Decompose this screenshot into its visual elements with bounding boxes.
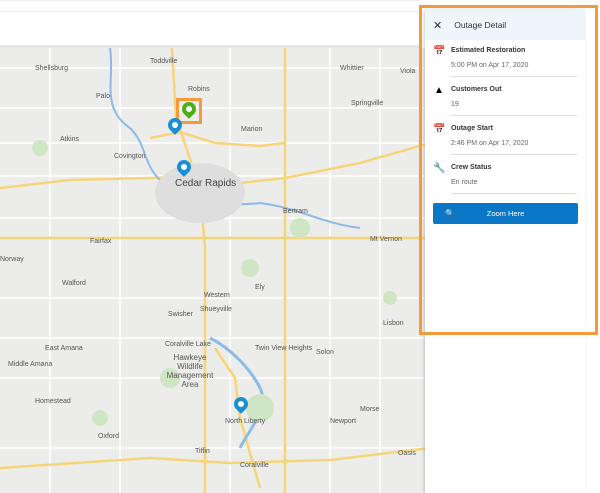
map-label: Fairfax: [90, 238, 112, 245]
map-label: Twin View Heights: [255, 345, 313, 352]
map-label: Covington: [114, 153, 146, 160]
panel-highlight: [419, 5, 598, 335]
map-label: Lisbon: [383, 320, 404, 327]
map-label: Whittier: [340, 65, 364, 72]
map-label: Oasis: [398, 450, 416, 457]
map-label: Shellsburg: [35, 65, 69, 72]
map-label: Marion: [241, 126, 263, 133]
map-label: Middle Amana: [8, 361, 53, 368]
map-label: Springville: [351, 100, 384, 107]
map-label: Atkins: [60, 136, 80, 143]
map-label: Palo: [96, 93, 111, 100]
map-label: Oxford: [98, 433, 120, 440]
map-label: Toddville: [150, 58, 178, 65]
map-label: Tiffin: [195, 448, 210, 455]
map-label: Norway: [0, 256, 24, 263]
map-label: Swisher: [168, 311, 193, 318]
map-label: Homestead: [35, 398, 71, 405]
map-label: Shueyville: [200, 306, 232, 313]
map-label: Coralville Lake: [165, 341, 211, 348]
map-label: Robins: [188, 86, 210, 93]
map-label: Viola: [400, 68, 416, 75]
map-label: Morse: [360, 406, 380, 413]
map[interactable]: Shellsburg Toddville Robins Whittier Vio…: [0, 48, 430, 493]
map-label: Walford: [62, 280, 86, 287]
map-label: Western: [204, 292, 230, 299]
map-label: Bertram: [283, 208, 308, 215]
map-label: Newport: [330, 418, 357, 425]
map-label: Cedar Rapids: [175, 178, 237, 189]
map-label: Hawkeye Wildlife Management Area: [166, 353, 214, 389]
map-label: East Amana: [45, 345, 83, 352]
map-label: North Liberty: [225, 418, 266, 425]
map-label: Coralville: [240, 462, 269, 469]
top-toolbar: [0, 0, 420, 48]
map-roads: [0, 48, 430, 493]
map-label: Mt Vernon: [370, 236, 402, 243]
map-label: Solon: [316, 349, 334, 356]
map-label: Ely: [255, 284, 265, 291]
